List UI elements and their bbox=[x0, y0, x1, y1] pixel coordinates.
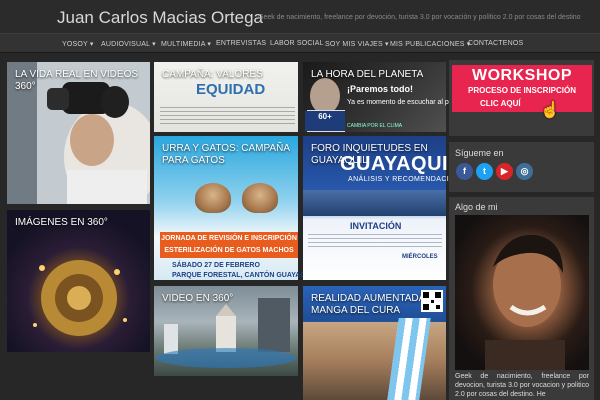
site-header: Juan Carlos Macias Ortega Geek de nacimi… bbox=[0, 0, 600, 33]
nav-item-publicaciones[interactable]: MIS PUBLICACIONES ▾ bbox=[390, 40, 470, 48]
nav-item-entrevistas[interactable]: ENTREVISTAS bbox=[216, 40, 266, 47]
planeta-footer: CAMBIA POR EL CLIMA bbox=[347, 123, 403, 129]
instagram-icon[interactable]: ◎ bbox=[516, 163, 533, 180]
site-title[interactable]: Juan Carlos Macias Ortega bbox=[57, 8, 263, 28]
main-nav: YOSOY ▾ AUDIOVISUAL ▾ MULTIMEDIA ▾ ENTRE… bbox=[0, 33, 600, 53]
workshop-title: WORKSHOP bbox=[472, 67, 572, 84]
tile-gatos-title: URRA Y GATOS: CAMPAÑA PARA GATOS bbox=[162, 143, 290, 166]
cat-event-place: PARQUE FORESTAL, CANTÓN GUAYAQUIL bbox=[172, 272, 318, 279]
foro-skyline-image bbox=[303, 190, 446, 216]
tile-imagenes-360[interactable]: IMÁGENES EN 360° bbox=[7, 210, 150, 352]
qr-code-icon bbox=[421, 290, 443, 312]
workshop-cta[interactable]: CLIC AQUÍ bbox=[480, 99, 521, 108]
youtube-icon[interactable]: ▶ bbox=[496, 163, 513, 180]
hand-pointer-icon: ☝ bbox=[540, 102, 560, 119]
foro-city-name: GUAYAQUIL bbox=[340, 153, 461, 175]
tile-video-360-title: VIDEO EN 360° bbox=[162, 293, 234, 304]
nav-item-audiovisual[interactable]: AUDIOVISUAL ▾ bbox=[101, 40, 156, 48]
tile-vr-videos[interactable]: LA VIDA REAL EN VIDEOS 360° bbox=[7, 62, 150, 204]
nav-item-multimedia[interactable]: MULTIMEDIA ▾ bbox=[161, 40, 211, 48]
nav-item-contactenos[interactable]: CONTACTENOS bbox=[468, 40, 523, 47]
equidad-logo: EQUIDAD bbox=[196, 81, 266, 98]
site-tagline: Geek de nacimiento, freelance por devoci… bbox=[258, 14, 581, 21]
tile-hora-planeta-title: LA HORA DEL PLANETA bbox=[311, 69, 424, 80]
tile-campana-valores-title: CAMPAÑA: VALORES bbox=[162, 69, 263, 80]
cat-left-image bbox=[195, 183, 231, 213]
foro-invitacion: INVITACIÓN bbox=[350, 221, 402, 231]
planeta-headline: ¡Paremos todo! bbox=[347, 84, 414, 94]
tile-imagenes-360-title: IMÁGENES EN 360° bbox=[15, 217, 108, 228]
nav-item-viajes[interactable]: SOY MIS VIAJES ▾ bbox=[325, 40, 389, 48]
portrait-face-illustration bbox=[485, 234, 565, 370]
equidad-body-text bbox=[160, 107, 295, 125]
bio-title: Algo de mi bbox=[455, 202, 498, 212]
tile-vr-videos-title: LA VIDA REAL EN VIDEOS 360° bbox=[15, 69, 139, 92]
facebook-icon[interactable]: f bbox=[456, 163, 473, 180]
bio-portrait-photo bbox=[455, 215, 589, 370]
workshop-subtitle: PROCESO DE INSCRIPCIÓN bbox=[467, 86, 576, 95]
follow-title: Sígueme en bbox=[455, 148, 504, 158]
planeta-badge: 60+ bbox=[305, 111, 345, 131]
cat-right-image bbox=[242, 183, 278, 213]
page: Juan Carlos Macias Ortega Geek de nacimi… bbox=[0, 0, 600, 400]
foro-body-text bbox=[308, 234, 442, 250]
planet-360-illustration bbox=[33, 260, 127, 336]
bio-text: Geek de nacimiento, freelance por devoci… bbox=[455, 373, 589, 398]
cat-event-date: SÁBADO 27 DE FEBRERO bbox=[172, 262, 260, 269]
twitter-icon[interactable]: t bbox=[476, 163, 493, 180]
nav-item-labor-social[interactable]: LABOR SOCIAL bbox=[270, 40, 324, 47]
cat-banner-line1: JORNADA DE REVISIÓN E INSCRIPCIÓN bbox=[161, 235, 297, 242]
tile-video-360[interactable]: VIDEO EN 360° bbox=[154, 286, 298, 376]
cat-banner-line2: ESTERILIZACIÓN DE GATOS MACHOS bbox=[164, 247, 294, 254]
foro-day: MIÉRCOLES bbox=[402, 254, 438, 260]
nav-item-yosoy[interactable]: YOSOY ▾ bbox=[62, 40, 94, 48]
